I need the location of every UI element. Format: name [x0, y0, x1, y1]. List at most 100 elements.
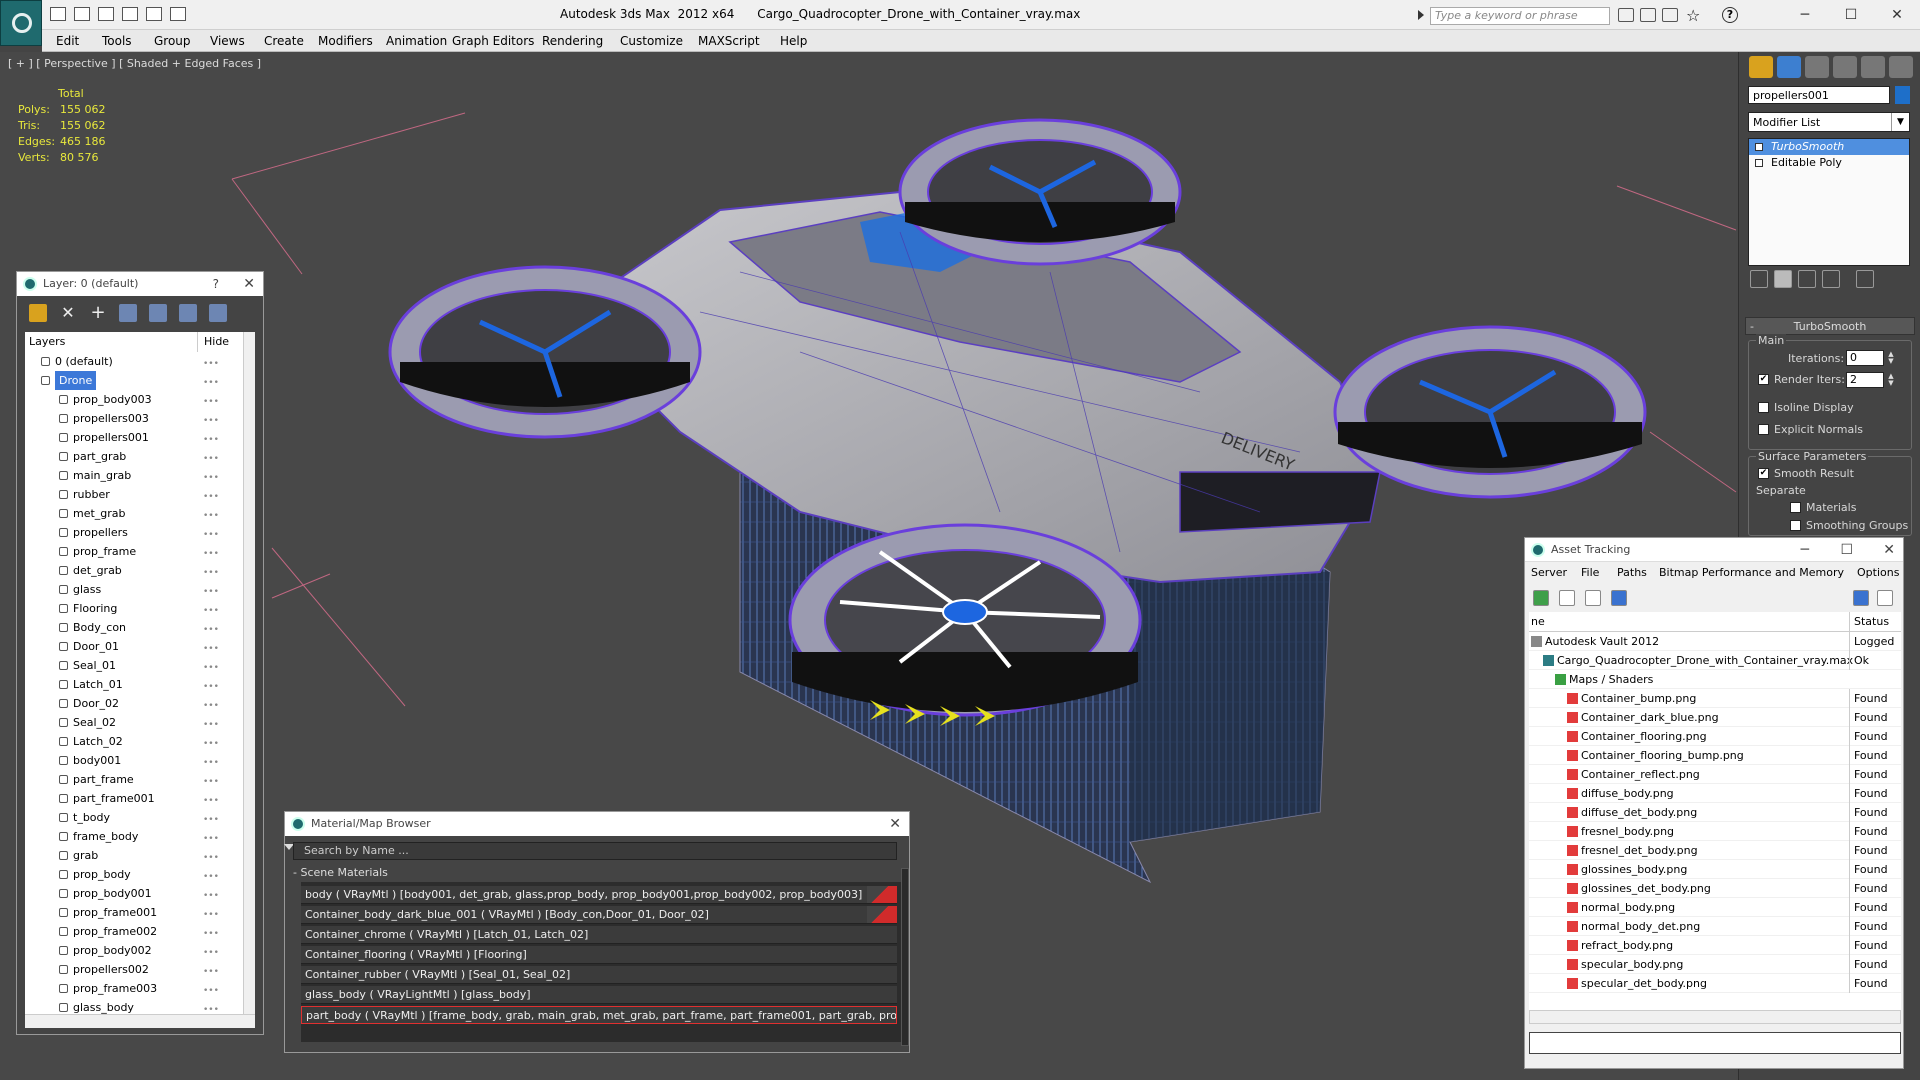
help-icon[interactable]: ? [1722, 7, 1738, 23]
material-row[interactable]: Container_flooring ( VRayMtl ) [Flooring… [301, 946, 897, 964]
layer-object-row[interactable]: t_body ••• [25, 808, 243, 827]
menu-create[interactable]: Create [264, 34, 304, 48]
asset-row[interactable]: normal_body_det.png Found [1529, 917, 1901, 936]
hide-toggle-icon[interactable]: ••• [203, 811, 219, 825]
hide-toggle-icon[interactable]: ••• [203, 412, 219, 426]
hide-toggle-icon[interactable]: ••• [203, 697, 219, 711]
settings-icon[interactable] [1877, 590, 1893, 606]
layer-object-row[interactable]: det_grab ••• [25, 561, 243, 580]
smooth-result-checkbox[interactable]: ✔ [1758, 468, 1769, 479]
hide-toggle-icon[interactable]: ••• [203, 906, 219, 920]
hierarchy-tab-icon[interactable] [1805, 56, 1829, 78]
create-tab-icon[interactable] [1749, 56, 1773, 78]
asset-path-field[interactable] [1529, 1032, 1901, 1054]
hide-toggle-icon[interactable]: ••• [203, 526, 219, 540]
hide-toggle-icon[interactable]: ••• [203, 849, 219, 863]
add-to-layer-icon[interactable]: + [89, 304, 107, 322]
isoline-display-checkbox[interactable] [1758, 402, 1769, 413]
rotor-back-right[interactable] [1333, 325, 1647, 499]
maximize-button[interactable]: ☐ [1840, 538, 1853, 562]
menu-edit[interactable]: Edit [56, 34, 79, 48]
turbosmooth-rollout-header[interactable]: - TurboSmooth [1745, 317, 1915, 335]
layer-object-row[interactable]: Door_02 ••• [25, 694, 243, 713]
highlight-layer-icon[interactable] [149, 304, 167, 322]
rotor-front-right-selected[interactable] [788, 523, 1142, 726]
menu-customize[interactable]: Customize [620, 34, 683, 48]
layer-object-row[interactable]: part_frame ••• [25, 770, 243, 789]
hide-toggle-icon[interactable]: ••• [203, 773, 219, 787]
communication-icon[interactable] [1662, 8, 1678, 22]
close-button[interactable]: ✕ [1874, 2, 1920, 28]
layer-object-row[interactable]: prop_frame003 ••• [25, 979, 243, 998]
minimize-button[interactable]: ─ [1782, 2, 1828, 28]
layer-object-row[interactable]: glass ••• [25, 580, 243, 599]
hide-toggle-icon[interactable]: ••• [203, 887, 219, 901]
status-column-header[interactable]: Status [1849, 612, 1901, 632]
material-row[interactable]: Container_chrome ( VRayMtl ) [Latch_01, … [301, 926, 897, 944]
name-column-header[interactable]: ne [1531, 612, 1545, 632]
hide-toggle-icon[interactable]: ••• [203, 735, 219, 749]
hide-toggle-icon[interactable]: ••• [203, 545, 219, 559]
asset-row[interactable]: specular_det_body.png Found [1529, 974, 1901, 993]
layer-object-row[interactable]: Latch_02 ••• [25, 732, 243, 751]
menu-tools[interactable]: Tools [102, 34, 132, 48]
layers-column-header[interactable]: Layers [29, 332, 65, 352]
layer-object-row[interactable]: prop_body003 ••• [25, 390, 243, 409]
layer-object-row[interactable]: Body_con ••• [25, 618, 243, 637]
show-end-result-icon[interactable] [1774, 270, 1792, 288]
asset-row[interactable]: Maps / Shaders [1529, 670, 1901, 689]
menu-rendering[interactable]: Rendering [542, 34, 603, 48]
layer-object-row[interactable]: propellers002 ••• [25, 960, 243, 979]
layer-object-row[interactable]: Flooring ••• [25, 599, 243, 618]
stack-item-editable-poly[interactable]: Editable Poly [1749, 155, 1909, 171]
layer-row[interactable]: Drone ••• [25, 371, 243, 390]
layer-object-row[interactable]: Door_01 ••• [25, 637, 243, 656]
asset-row[interactable]: Container_reflect.png Found [1529, 765, 1901, 784]
pin-stack-icon[interactable] [1750, 270, 1768, 288]
hide-toggle-icon[interactable]: ••• [203, 868, 219, 882]
select-objects-icon[interactable] [119, 304, 137, 322]
hide-toggle-icon[interactable]: ••• [203, 355, 219, 369]
materials-checkbox[interactable] [1790, 502, 1801, 513]
hide-toggle-icon[interactable]: ••• [203, 963, 219, 977]
hide-toggle-icon[interactable]: ••• [203, 792, 219, 806]
help-icon[interactable] [1853, 590, 1869, 606]
layer-object-row[interactable]: prop_frame002 ••• [25, 922, 243, 941]
layer-object-row[interactable]: met_grab ••• [25, 504, 243, 523]
hide-toggle-icon[interactable]: ••• [203, 488, 219, 502]
material-row[interactable]: part_body ( VRayMtl ) [frame_body, grab,… [301, 1006, 897, 1024]
hide-toggle-icon[interactable]: ••• [203, 716, 219, 730]
asset-menu-bitmap-performance[interactable]: Bitmap Performance and Memory [1659, 566, 1844, 579]
modify-tab-icon[interactable] [1777, 56, 1801, 78]
asset-tracking-titlebar[interactable]: Asset Tracking ─ ☐ ✕ [1525, 538, 1903, 562]
viewport-label[interactable]: [ + ] [ Perspective ] [ Shaded + Edged F… [8, 57, 261, 70]
explicit-normals-checkbox[interactable] [1758, 424, 1769, 435]
iterations-spinner[interactable]: 0 ▲ ▼ [1846, 350, 1894, 366]
layer-row[interactable]: 0 (default) ••• [25, 352, 243, 371]
layer-object-row[interactable]: body001 ••• [25, 751, 243, 770]
asset-menu-server[interactable]: Server [1531, 566, 1567, 579]
undo-icon[interactable] [98, 7, 114, 21]
render-iters-spinner[interactable]: 2 ▲ ▼ [1846, 372, 1894, 388]
layer-object-row[interactable]: propellers001 ••• [25, 428, 243, 447]
layer-object-row[interactable]: main_grab ••• [25, 466, 243, 485]
layer-object-row[interactable]: prop_body001 ••• [25, 884, 243, 903]
rotor-front-left[interactable] [388, 265, 702, 439]
layer-object-row[interactable]: propellers ••• [25, 523, 243, 542]
asset-row[interactable]: Container_flooring.png Found [1529, 727, 1901, 746]
hide-toggle-icon[interactable]: ••• [203, 1001, 219, 1014]
list-view-icon[interactable] [1559, 590, 1575, 606]
menu-maxscript[interactable]: MAXScript [698, 34, 760, 48]
menu-group[interactable]: Group [154, 34, 191, 48]
scene-materials-group[interactable]: - Scene Materials [293, 866, 388, 879]
hold-icon[interactable] [146, 7, 162, 21]
layer-object-row[interactable]: part_frame001 ••• [25, 789, 243, 808]
asset-row[interactable]: Autodesk Vault 2012 Logged [1529, 632, 1901, 651]
hide-toggle-icon[interactable]: ••• [203, 982, 219, 996]
asset-row[interactable]: diffuse_det_body.png Found [1529, 803, 1901, 822]
minimize-button[interactable]: ─ [1801, 538, 1809, 562]
menu-modifiers[interactable]: Modifiers [318, 34, 373, 48]
search-expand-icon[interactable] [1418, 10, 1424, 20]
asset-menu-file[interactable]: File [1581, 566, 1599, 579]
utilities-tab-icon[interactable] [1889, 56, 1913, 78]
